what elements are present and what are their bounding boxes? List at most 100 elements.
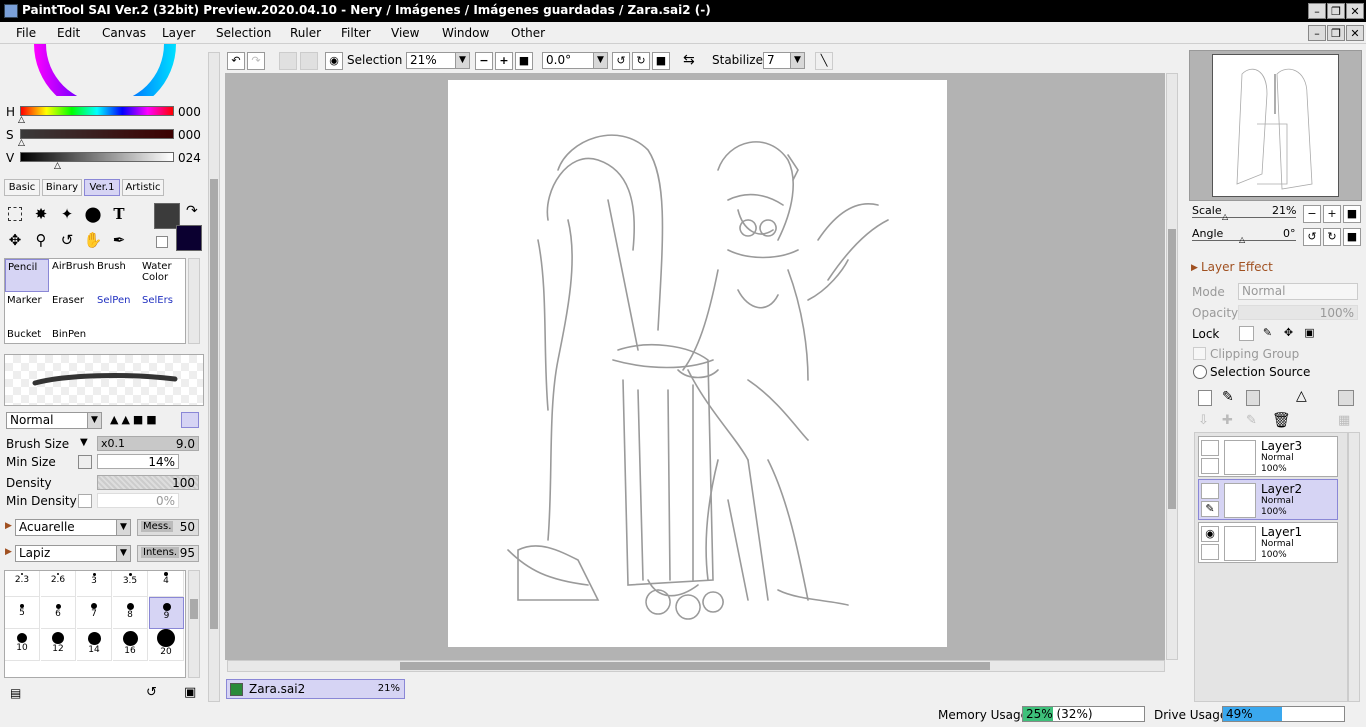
- layer-effect-title[interactable]: Layer Effect: [1201, 260, 1273, 274]
- brush-grid-scrollbar[interactable]: [188, 258, 200, 344]
- min-size-slider[interactable]: 14%: [97, 454, 179, 469]
- nav-zoom-out-button[interactable]: −: [1303, 205, 1321, 223]
- nav-rotate-reset-button[interactable]: ■: [1343, 228, 1361, 246]
- rotate-reset-button[interactable]: ■: [652, 52, 670, 70]
- brush-size-preset[interactable]: 10: [5, 629, 40, 661]
- canvas-paper[interactable]: [448, 80, 947, 647]
- deselect-icon[interactable]: [279, 52, 297, 70]
- nav-rotate-left-button[interactable]: ↺: [1303, 228, 1321, 246]
- pencil-icon[interactable]: ✎: [1201, 501, 1219, 517]
- menu-canvas[interactable]: Canvas: [102, 26, 146, 40]
- tool-brush[interactable]: Brush: [95, 259, 139, 292]
- tool-marker[interactable]: Marker: [5, 293, 49, 326]
- minimize-button[interactable]: –: [1308, 3, 1326, 19]
- tab-binary[interactable]: Binary: [42, 179, 82, 196]
- brush-size-preset[interactable]: 20: [149, 629, 184, 661]
- selection-source-radio[interactable]: [1193, 365, 1207, 379]
- visibility-toggle[interactable]: [1201, 440, 1219, 456]
- lasso-icon[interactable]: ✸: [30, 203, 52, 225]
- brush-size-preset[interactable]: 4: [149, 571, 184, 597]
- scroll-thumb[interactable]: [1168, 229, 1176, 509]
- zoom-out-button[interactable]: −: [475, 52, 493, 70]
- swap-colors-icon[interactable]: ↷: [186, 203, 198, 219]
- value-slider[interactable]: [20, 152, 174, 162]
- brush-size-dropdown-icon[interactable]: ▼: [80, 437, 88, 448]
- layer-edit-indicator[interactable]: [1201, 458, 1219, 474]
- rotate-left-button[interactable]: ↺: [612, 52, 630, 70]
- brush-size-preset[interactable]: 3: [77, 571, 112, 597]
- tool-airbrush[interactable]: AirBrush: [50, 259, 95, 292]
- clipping-group-checkbox[interactable]: [1193, 347, 1206, 360]
- transfer-down-icon[interactable]: ⇩: [1198, 413, 1209, 428]
- scroll-thumb[interactable]: [190, 599, 198, 619]
- texture1-dropdown[interactable]: Acuarelle: [15, 519, 131, 536]
- nav-zoom-reset-button[interactable]: ■: [1343, 205, 1361, 223]
- lock-paint-icon[interactable]: ✎: [1260, 326, 1275, 341]
- menu-window[interactable]: Window: [442, 26, 489, 40]
- layer-properties-icon[interactable]: [1338, 390, 1354, 406]
- new-linework-layer-icon[interactable]: ✎: [1222, 389, 1234, 405]
- straight-line-icon[interactable]: ╲: [815, 52, 833, 70]
- menu-view[interactable]: View: [391, 26, 419, 40]
- restore-button[interactable]: ❐: [1327, 3, 1345, 19]
- reset-icon[interactable]: ↺: [146, 685, 157, 700]
- menu-file[interactable]: File: [16, 26, 36, 40]
- clear-layer-icon[interactable]: ✎: [1246, 413, 1257, 428]
- layer-row-layer3[interactable]: Layer3 Normal 100%: [1198, 436, 1338, 477]
- zoom-reset-button[interactable]: ■: [515, 52, 533, 70]
- rect-select-icon[interactable]: [4, 203, 26, 225]
- rotate-icon[interactable]: ↺: [56, 229, 78, 251]
- tool-selpen[interactable]: SelPen: [95, 293, 139, 326]
- secondary-color-swatch[interactable]: [176, 225, 202, 251]
- merge-down-icon[interactable]: ✚: [1222, 413, 1233, 428]
- eye-icon[interactable]: ◉: [1201, 526, 1219, 542]
- tab-basic[interactable]: Basic: [4, 179, 40, 196]
- save-preset-icon[interactable]: ▣: [184, 685, 196, 700]
- brush-size-preset[interactable]: 3.5: [113, 571, 148, 597]
- brush-size-preset[interactable]: 2.3: [5, 571, 40, 597]
- zoom-in-button[interactable]: +: [495, 52, 513, 70]
- expand-arrow-icon[interactable]: ▶: [1191, 263, 1198, 273]
- doc-minimize-button[interactable]: –: [1308, 25, 1326, 41]
- opacity-slider[interactable]: 100%: [1238, 305, 1358, 320]
- scroll-thumb[interactable]: [210, 179, 218, 629]
- size-grid-scrollbar[interactable]: [188, 570, 200, 678]
- scale-slider[interactable]: [1192, 217, 1296, 218]
- hue-slider[interactable]: [20, 106, 174, 116]
- lock-move-icon[interactable]: ✥: [1281, 326, 1296, 341]
- layer-mask-icon[interactable]: △: [1296, 388, 1307, 404]
- layer-row-layer2[interactable]: ✎ Layer2 Normal 100%: [1198, 479, 1338, 520]
- navigator-preview[interactable]: [1189, 50, 1362, 201]
- menu-other[interactable]: Other: [511, 26, 545, 40]
- brush-size-slider[interactable]: x0.1 9.0: [97, 436, 199, 451]
- texture2-dropdown[interactable]: Lapiz: [15, 545, 131, 562]
- menu-filter[interactable]: Filter: [341, 26, 371, 40]
- nav-rotate-right-button[interactable]: ↻: [1323, 228, 1341, 246]
- close-button[interactable]: ✕: [1346, 3, 1364, 19]
- canvas-vertical-scrollbar[interactable]: [1166, 73, 1178, 660]
- menu-selection[interactable]: Selection: [216, 26, 271, 40]
- text-tool-icon[interactable]: T: [108, 203, 130, 225]
- fill-shape-icon[interactable]: ⬤: [82, 203, 104, 225]
- min-density-checkbox[interactable]: [78, 494, 92, 508]
- expand-arrow-icon[interactable]: ▶: [5, 521, 12, 531]
- hand-icon[interactable]: ✋: [82, 229, 104, 251]
- document-tab[interactable]: Zara.sai2 21%: [226, 679, 405, 699]
- brush-shape-selected-icon[interactable]: [181, 412, 199, 428]
- brush-size-preset[interactable]: 6: [41, 597, 76, 629]
- saturation-slider[interactable]: [20, 129, 174, 139]
- texture2-param[interactable]: Intens. 95: [137, 545, 199, 562]
- left-panel-scrollbar[interactable]: [208, 52, 220, 702]
- brush-size-preset[interactable]: 8: [113, 597, 148, 629]
- rotate-right-button[interactable]: ↻: [632, 52, 650, 70]
- navigator-viewport[interactable]: [1212, 54, 1339, 197]
- color-wheel[interactable]: [30, 44, 180, 96]
- new-layer-icon[interactable]: [1198, 390, 1212, 406]
- redo-icon[interactable]: ↷: [247, 52, 265, 70]
- doc-close-button[interactable]: ✕: [1346, 25, 1364, 41]
- undo-icon[interactable]: ↶: [227, 52, 245, 70]
- scroll-thumb[interactable]: [400, 662, 990, 670]
- layer-edit-indicator[interactable]: [1201, 544, 1219, 560]
- brush-size-preset[interactable]: 2.6: [41, 571, 76, 597]
- tab-artistic[interactable]: Artistic: [122, 179, 164, 196]
